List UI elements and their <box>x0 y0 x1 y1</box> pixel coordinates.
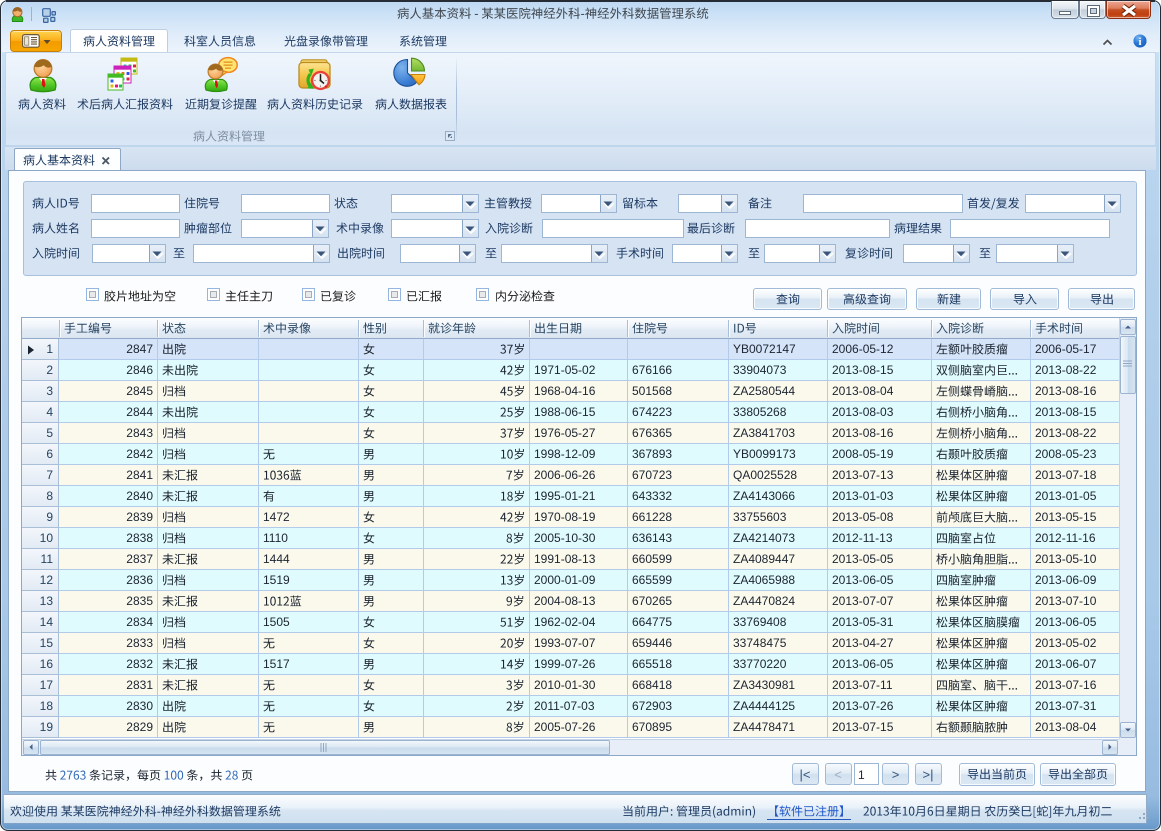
svg-text:i: i <box>1138 36 1141 48</box>
